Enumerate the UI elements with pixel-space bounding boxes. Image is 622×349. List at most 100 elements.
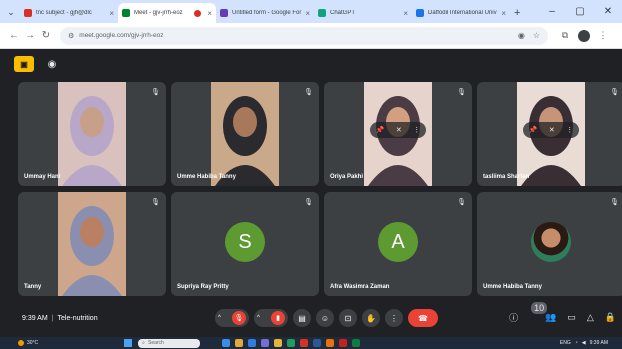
- side-controls: ⓘ 10👥 ▭ △ 🔒: [509, 302, 616, 324]
- participant-name: Oriya Pakhi: [330, 174, 364, 180]
- app-icon[interactable]: [326, 339, 335, 347]
- captions-button[interactable]: ▤: [293, 309, 311, 327]
- mute-icon[interactable]: ✕: [549, 126, 555, 134]
- reload-icon[interactable]: ↻: [38, 30, 54, 41]
- participant-avatar: A: [378, 222, 418, 262]
- address-bar[interactable]: ⚙ meet.google.com/gjv-jrrh-eoz ◉ ☆: [60, 26, 548, 45]
- taskbar-search[interactable]: ⌕ Search: [138, 338, 201, 348]
- back-icon[interactable]: ←: [6, 30, 22, 41]
- app-icon[interactable]: [274, 339, 283, 347]
- forward-icon[interactable]: →: [22, 30, 38, 41]
- url-text: meet.google.com/gjv-jrrh-eoz: [79, 32, 164, 39]
- tab-favicon-icon: [220, 9, 228, 17]
- weather-widget[interactable]: 30°C: [18, 340, 38, 346]
- participant-tile[interactable]: 🎙 Ummay Hani: [18, 82, 166, 186]
- wifi-icon[interactable]: ◔: [575, 340, 578, 346]
- screen: ⌄ tnc subject - gjh@dlc × Meet - gjv-jrrh-…: [0, 0, 622, 349]
- volume-icon[interactable]: ◀: [582, 340, 586, 346]
- close-window-icon[interactable]: ✕: [594, 6, 622, 17]
- camera-toggle[interactable]: ^ ▮: [254, 309, 288, 327]
- app-icon[interactable]: [287, 339, 296, 347]
- more-vert-icon[interactable]: ⋮: [413, 126, 420, 134]
- more-vert-icon: ⋮: [390, 313, 398, 323]
- tab-close-icon[interactable]: ×: [305, 9, 310, 18]
- host-controls-icon[interactable]: 🔒: [605, 312, 616, 323]
- reactions-button[interactable]: ☺: [316, 309, 334, 327]
- app-icon[interactable]: [261, 339, 270, 347]
- captions-icon: ▤: [298, 313, 306, 323]
- app-icon[interactable]: [352, 339, 361, 347]
- participant-video: [211, 82, 279, 186]
- recording-indicator-icon[interactable]: ▣: [14, 56, 34, 72]
- more-vert-icon[interactable]: ⋮: [566, 126, 573, 134]
- bookmark-star-icon[interactable]: ☆: [533, 31, 540, 40]
- browser-tab[interactable]: ChatGPT ×: [314, 3, 412, 23]
- browser-tab[interactable]: tnc subject - gjh@dlc ×: [20, 3, 118, 23]
- participant-tile[interactable]: 📌 ✕ ⋮ 🎙 Oriya Pakhi: [324, 82, 472, 186]
- weather-temp: 30°C: [27, 340, 39, 346]
- people-button[interactable]: 10👥: [529, 302, 556, 323]
- browser-tab[interactable]: Untitled form - Google For ×: [216, 3, 314, 23]
- present-button[interactable]: ⊡: [339, 309, 357, 327]
- tab-title: Untitled form - Google For: [232, 10, 302, 16]
- app-icon[interactable]: [300, 339, 309, 347]
- tab-title: ChatGPT: [330, 10, 356, 16]
- minimize-icon[interactable]: –: [538, 6, 566, 17]
- profile-avatar[interactable]: [578, 29, 590, 42]
- participant-tile[interactable]: 🎙 Umme Habiba Tanny: [477, 192, 622, 296]
- maximize-icon[interactable]: ▢: [566, 6, 594, 17]
- extensions-icon[interactable]: ⧉: [556, 30, 574, 41]
- tab-title: tnc subject - gjh@dlc: [36, 10, 92, 16]
- mic-off-icon: 🎙: [232, 311, 246, 325]
- new-tab-icon[interactable]: +: [514, 7, 520, 19]
- participant-tile[interactable]: 🎙 Umme Habiba Tanny: [171, 82, 319, 186]
- camera-permission-icon[interactable]: ◉: [518, 31, 525, 40]
- tab-title: Daffodil International Univ: [428, 10, 497, 16]
- participant-name: Umme Habiba Tanny: [483, 284, 542, 290]
- tab-close-icon[interactable]: ×: [403, 9, 408, 18]
- tab-search-icon[interactable]: ⌄: [2, 3, 20, 21]
- browser-tab[interactable]: Meet - gjv-jrrh-eoz ×: [118, 3, 216, 23]
- taskbar-apps: [222, 339, 361, 347]
- pin-icon[interactable]: 📌: [529, 126, 538, 134]
- app-icon[interactable]: [313, 339, 322, 347]
- language-indicator[interactable]: ENG: [560, 340, 571, 346]
- browser-tab-strip: ⌄ tnc subject - gjh@dlc × Meet - gjv-jrrh-…: [0, 0, 622, 23]
- tab-title: Meet - gjv-jrrh-eoz: [134, 10, 183, 16]
- windows-start-icon[interactable]: [124, 339, 133, 347]
- tab-close-icon[interactable]: ×: [109, 9, 114, 18]
- mic-muted-icon: 🎙: [457, 89, 466, 96]
- app-icon[interactable]: [222, 339, 231, 347]
- sun-icon: [18, 340, 24, 346]
- participant-name: Ummay Hani: [24, 174, 61, 180]
- mute-icon[interactable]: ✕: [396, 126, 402, 134]
- leave-call-button[interactable]: ☎: [408, 309, 438, 327]
- tab-list: tnc subject - gjh@dlc × Meet - gjv-jrrh-eo…: [20, 3, 510, 23]
- activities-icon[interactable]: △: [587, 312, 594, 323]
- participant-avatar: S: [225, 222, 265, 262]
- participant-tile[interactable]: 📌 ✕ ⋮ 🎙 tasliima Shartan: [477, 82, 622, 186]
- raise-hand-button[interactable]: ✋: [362, 309, 380, 327]
- site-info-icon[interactable]: ⚙: [68, 32, 74, 40]
- app-icon[interactable]: [235, 339, 244, 347]
- tab-close-icon[interactable]: ×: [501, 9, 506, 18]
- app-icon[interactable]: [339, 339, 348, 347]
- app-icon[interactable]: [248, 339, 257, 347]
- participant-tile[interactable]: A 🎙 Afra Wasimra Zaman: [324, 192, 472, 296]
- eye-icon[interactable]: ◉: [42, 56, 62, 72]
- menu-icon[interactable]: ⋮: [594, 30, 612, 41]
- microphone-toggle[interactable]: ^ 🎙: [215, 309, 249, 327]
- taskbar-clock[interactable]: 9:39 AM: [590, 340, 608, 346]
- browser-tab[interactable]: Daffodil International Univ ×: [412, 3, 510, 23]
- info-icon[interactable]: ⓘ: [509, 311, 518, 324]
- mic-muted-icon: 🎙: [151, 89, 160, 96]
- chat-icon[interactable]: ▭: [567, 312, 576, 323]
- tab-favicon-icon: [24, 9, 32, 17]
- participant-name: Tanny: [24, 284, 42, 290]
- more-options-button[interactable]: ⋮: [385, 309, 403, 327]
- window-controls: – ▢ ✕: [538, 0, 622, 23]
- participant-tile[interactable]: S 🎙 Supriya Ray Pritty: [171, 192, 319, 296]
- pin-icon[interactable]: 📌: [376, 126, 385, 134]
- participant-tile[interactable]: 🎙 Tanny: [18, 192, 166, 296]
- tab-close-icon[interactable]: ×: [207, 9, 212, 18]
